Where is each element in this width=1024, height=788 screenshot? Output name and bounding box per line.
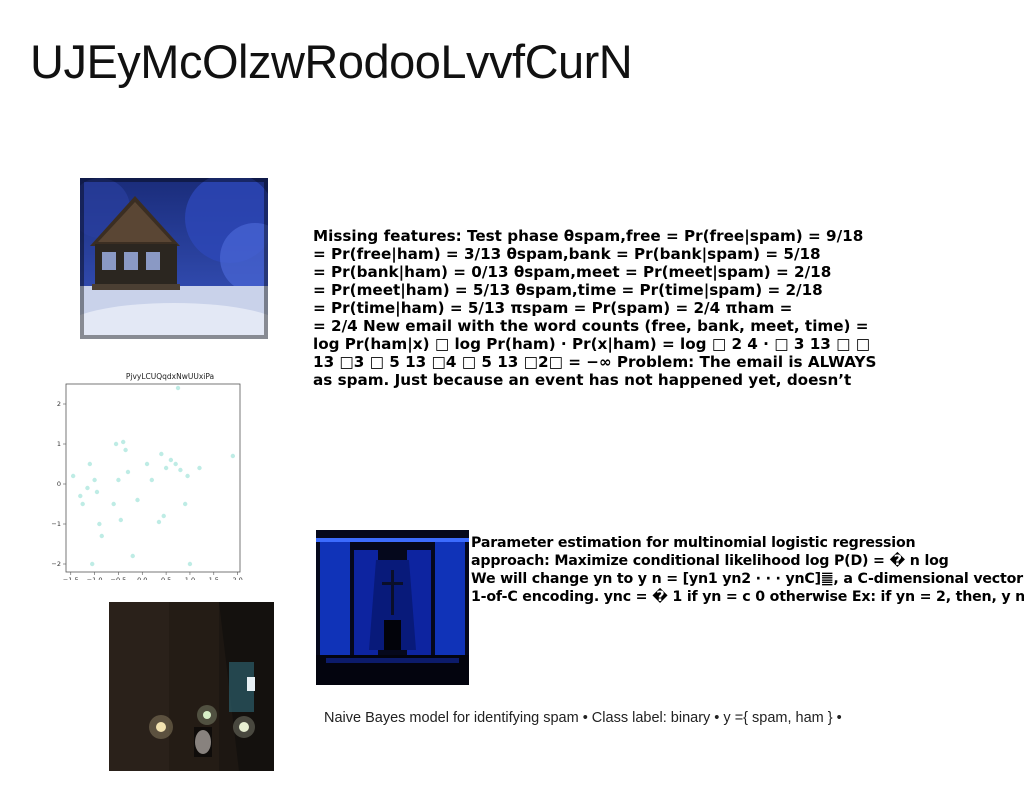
scatter-point	[111, 501, 116, 507]
scatter-point	[187, 561, 193, 567]
scatter-point	[135, 497, 140, 503]
scatter-point	[149, 477, 155, 483]
scatter-point	[85, 485, 90, 491]
x-tick-label: 0.0	[137, 576, 147, 580]
x-tick-label: 2.0	[232, 576, 242, 580]
chart-title: PjvyLCUQqdxNwUUxiPa	[126, 372, 214, 381]
scatter-point	[197, 465, 202, 471]
text-line: Parameter estimation for multinomial log…	[471, 535, 916, 551]
scatter-point	[130, 553, 135, 559]
missing-features-text: Missing features: Test phase θspam,free …	[313, 227, 923, 389]
scatter-point	[90, 561, 95, 567]
text-line: = Pr(free|ham) = 3/13 θspam,bank = Pr(ba…	[313, 245, 821, 263]
x-tick-label: −1.5	[63, 576, 79, 580]
scatter-point	[99, 533, 104, 539]
scatter-point	[116, 477, 121, 483]
scatter-point	[182, 501, 188, 507]
scatter-chart-svg: PjvyLCUQqdxNwUUxiPa −1.5 −1.0 −0.5 0.0 0.5 1.…	[51, 372, 242, 580]
y-tick-label: −2	[51, 560, 61, 568]
text-line: = Pr(bank|ham) = 0/13 θspam,meet = Pr(me…	[313, 263, 832, 281]
scatter-point	[161, 513, 166, 519]
scatter-point	[92, 477, 97, 483]
scatter-point	[113, 441, 119, 447]
text-line: log Pr(ham|x) □ log Pr(ham) · Pr(x|ham) …	[313, 335, 871, 353]
scatter-point	[156, 519, 162, 525]
scatter-point	[230, 453, 236, 459]
naive-bayes-caption: Naive Bayes model for identifying spam •…	[324, 710, 842, 726]
scatter-point	[70, 473, 76, 479]
x-tick-label: 0.5	[161, 576, 171, 580]
scatter-point	[159, 451, 164, 457]
text-line: = Pr(time|ham) = 5/13 πspam = Pr(spam) =…	[313, 299, 793, 317]
text-line: = 2/4 New email with the word counts (fr…	[313, 317, 869, 335]
y-tick-label: 0	[57, 480, 61, 488]
scatter-point	[168, 457, 174, 463]
scatter-point	[125, 469, 131, 475]
house-photo	[80, 178, 268, 339]
scatter-point	[121, 439, 126, 445]
text-line: 1-of-C encoding. ync = � 1 if yn = c 0 o…	[471, 589, 1024, 605]
scatter-point	[178, 467, 183, 473]
text-line: 13 □3 □ 5 13 □4 □ 5 13 □2□ = −∞ Problem:…	[313, 353, 877, 371]
dark-room-photo	[109, 602, 274, 771]
scatter-point	[163, 465, 169, 471]
scatter-point	[118, 517, 124, 523]
text-line: We will change yn to y n = [yn1 yn2 · · …	[471, 571, 1023, 587]
x-tick-label: −1.0	[87, 576, 103, 580]
scatter-point	[175, 385, 181, 391]
scatter-point	[123, 447, 128, 453]
scatter-point	[94, 489, 100, 495]
y-tick-label: 1	[57, 440, 61, 448]
scatter-point	[185, 473, 190, 479]
x-tick-label: 1.0	[185, 576, 195, 580]
x-tick-label: −0.5	[111, 576, 127, 580]
scatter-point	[87, 461, 93, 467]
scatter-point	[173, 461, 178, 467]
y-tick-label: −1	[51, 520, 61, 528]
scatter-point	[144, 461, 150, 467]
parameter-estimation-text: Parameter estimation for multinomial log…	[471, 534, 1024, 606]
text-line: = Pr(meet|ham) = 5/13 θspam,time = Pr(ti…	[313, 281, 823, 299]
church-photo	[316, 530, 469, 685]
text-line: approach: Maximize conditional likelihoo…	[471, 553, 949, 569]
slide-title: UJEyMcOlzwRodooLvvfCurN	[30, 35, 633, 88]
text-line: Missing features: Test phase θspam,free …	[313, 227, 864, 245]
scatter-chart: PjvyLCUQqdxNwUUxiPa −1.5 −1.0 −0.5 0.0 0.5 1.…	[50, 370, 250, 580]
x-tick-label: 1.5	[209, 576, 219, 580]
plot-area	[65, 383, 241, 573]
y-tick-label: 2	[57, 400, 61, 408]
scatter-point	[97, 521, 102, 527]
scatter-point	[78, 493, 83, 499]
text-line: as spam. Just because an event has not h…	[313, 371, 852, 389]
scatter-point	[80, 501, 85, 507]
